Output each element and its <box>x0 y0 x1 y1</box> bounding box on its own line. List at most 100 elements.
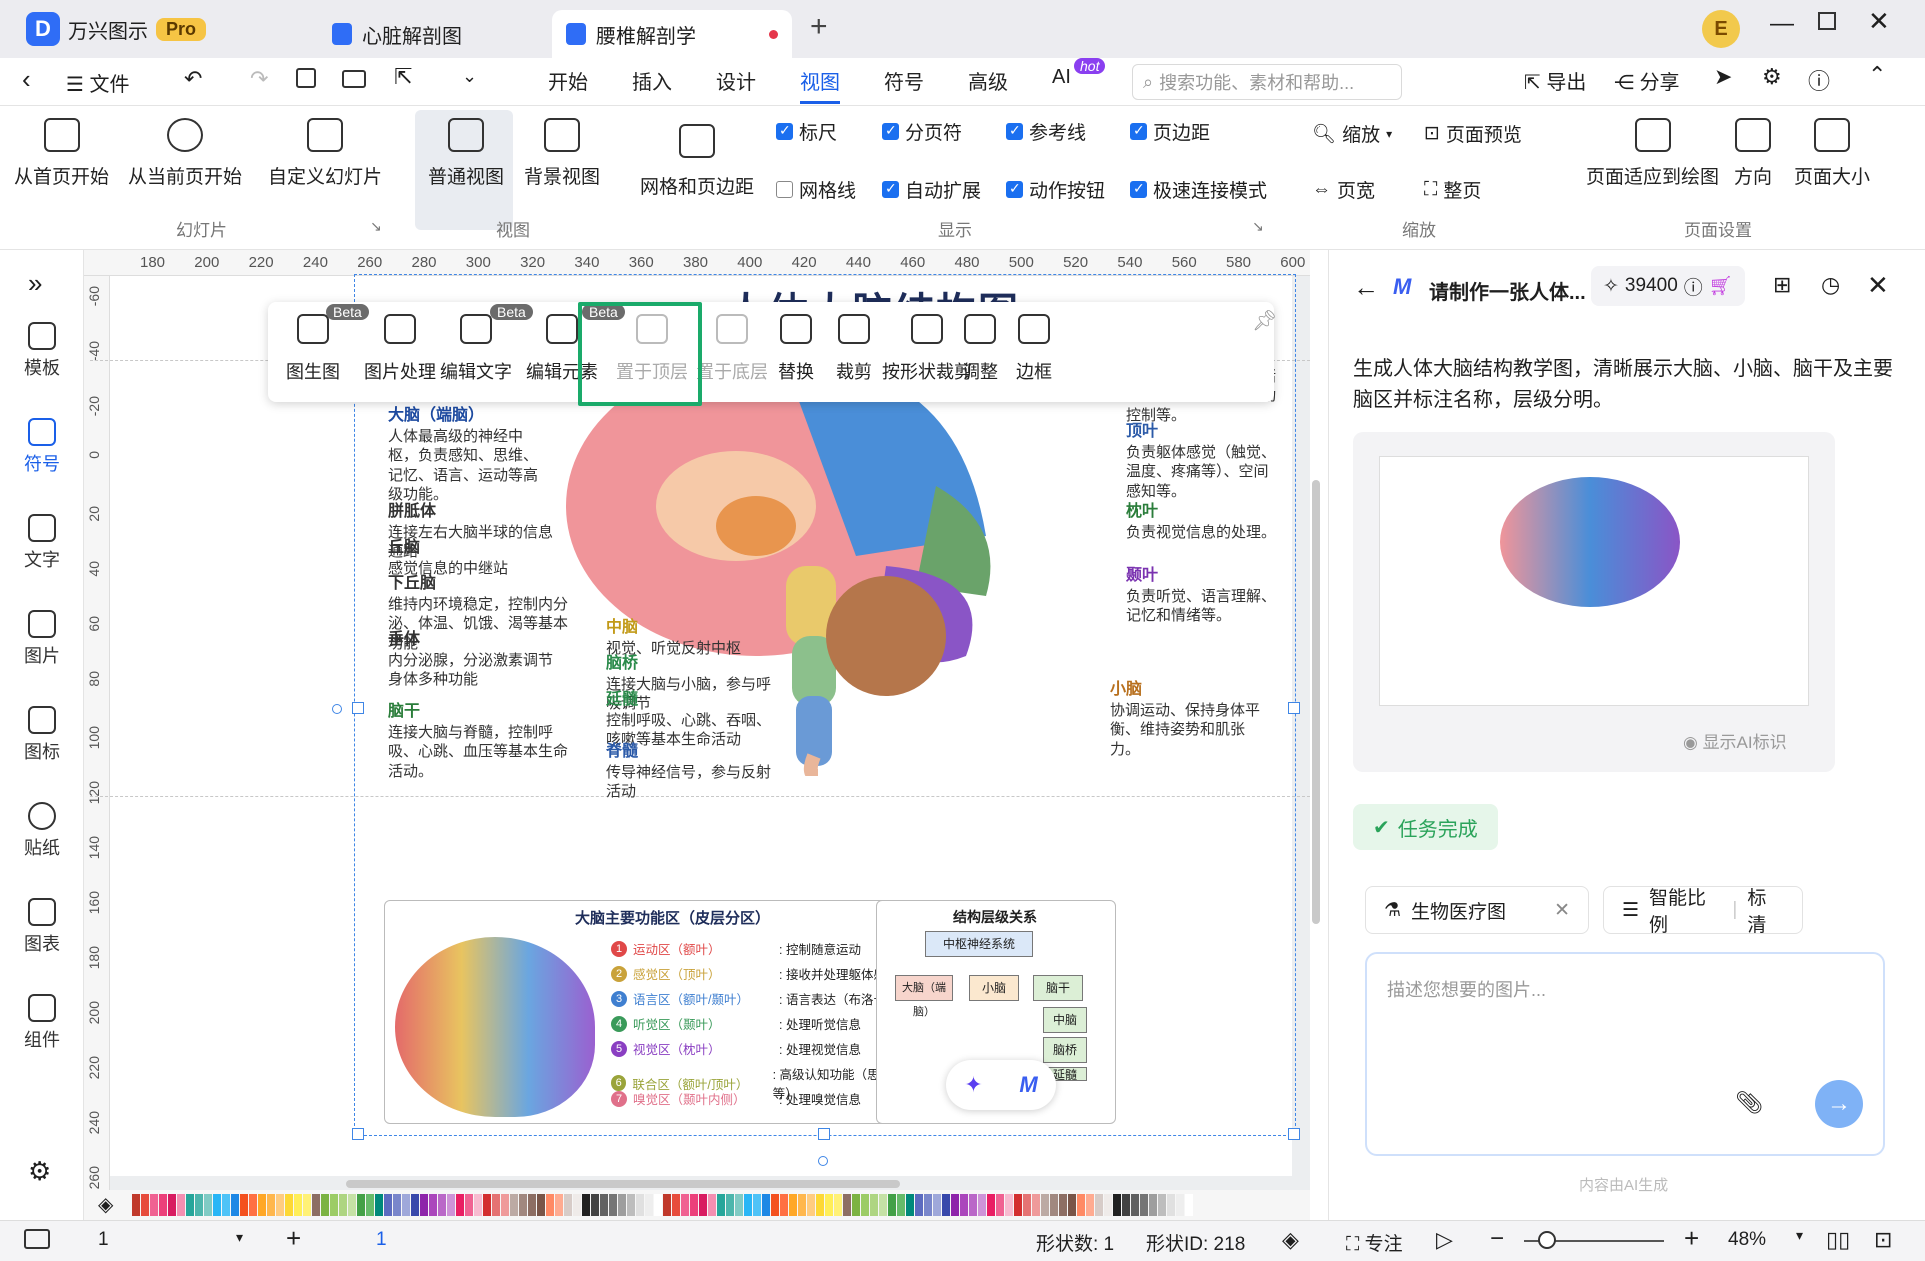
sidebar-item-charts[interactable]: 图表 <box>0 898 84 956</box>
color-swatch[interactable] <box>789 1194 797 1216</box>
color-swatch[interactable] <box>609 1194 617 1216</box>
color-swatch[interactable] <box>159 1194 167 1216</box>
style-chip[interactable]: ⚗ 生物医疗图 ✕ <box>1365 886 1589 934</box>
color-swatch[interactable] <box>987 1194 995 1216</box>
custom-slideshow[interactable]: 自定义幻灯片 <box>268 118 382 189</box>
color-swatch[interactable] <box>519 1194 527 1216</box>
ratio-quality-chip[interactable]: ☰ 智能比例 | 标清 <box>1603 886 1803 936</box>
collapse-ribbon-icon[interactable]: ⌃ <box>1868 62 1886 88</box>
color-swatch[interactable] <box>708 1194 716 1216</box>
color-swatch[interactable] <box>204 1194 212 1216</box>
background-view-button[interactable]: 背景视图 <box>524 118 600 189</box>
color-swatch[interactable] <box>312 1194 320 1216</box>
color-swatch[interactable] <box>1176 1194 1184 1216</box>
color-swatch[interactable] <box>1104 1194 1112 1216</box>
color-swatch[interactable] <box>600 1194 608 1216</box>
send-icon[interactable]: ➤ <box>1714 64 1732 90</box>
color-swatch[interactable] <box>456 1194 464 1216</box>
menu-tab-view[interactable]: 视图 <box>800 66 840 104</box>
page-panel-icon[interactable] <box>24 1229 50 1249</box>
ai-logo-icon[interactable]: M <box>1019 1072 1037 1098</box>
sidebar-item-images[interactable]: 图片 <box>0 610 84 668</box>
color-swatch[interactable] <box>1167 1194 1175 1216</box>
color-swatch[interactable] <box>906 1194 914 1216</box>
play-icon[interactable]: ▷ <box>1436 1227 1453 1253</box>
close-window-icon[interactable]: ✕ <box>1868 6 1890 37</box>
settings-icon[interactable]: ⚙ <box>28 1156 51 1187</box>
chevron-down-icon[interactable]: ▾ <box>1796 1227 1803 1244</box>
toolbar-button[interactable]: 裁剪 <box>836 314 872 384</box>
color-swatch[interactable] <box>627 1194 635 1216</box>
color-swatch[interactable] <box>1068 1194 1076 1216</box>
color-swatch[interactable] <box>1149 1194 1157 1216</box>
color-swatch[interactable] <box>1086 1194 1094 1216</box>
color-swatch[interactable] <box>942 1194 950 1216</box>
color-swatch[interactable] <box>249 1194 257 1216</box>
prompt-input[interactable]: 描述您想要的图片... 📎︎ → <box>1365 952 1885 1156</box>
credits-badge[interactable]: ✧ 39400 ⓘ 🛒︎ <box>1591 266 1745 306</box>
sidebar-item-text[interactable]: 文字 <box>0 514 84 572</box>
color-swatch[interactable] <box>195 1194 203 1216</box>
color-swatch[interactable] <box>924 1194 932 1216</box>
color-swatch[interactable] <box>672 1194 680 1216</box>
sidebar-item-icons[interactable]: 图标 <box>0 706 84 764</box>
color-swatch[interactable] <box>393 1194 401 1216</box>
toolbar-button[interactable]: 编辑文字 <box>440 314 512 384</box>
color-swatch[interactable] <box>681 1194 689 1216</box>
color-swatch[interactable] <box>996 1194 1004 1216</box>
color-swatch[interactable] <box>330 1194 338 1216</box>
settings-icon[interactable]: ⚙ <box>1762 64 1782 90</box>
color-swatch[interactable] <box>420 1194 428 1216</box>
zoom-slider-thumb[interactable] <box>1538 1231 1556 1249</box>
zoom-out-icon[interactable]: − <box>1490 1225 1504 1253</box>
color-swatch[interactable] <box>177 1194 185 1216</box>
color-swatch[interactable] <box>1032 1194 1040 1216</box>
tab-lumbar[interactable]: 腰椎解剖学 <box>552 10 792 58</box>
color-swatch[interactable] <box>510 1194 518 1216</box>
new-tab-icon[interactable]: + <box>810 10 828 44</box>
color-swatch[interactable] <box>240 1194 248 1216</box>
checkbox-action-buttons[interactable]: 动作按钮 <box>1006 176 1105 203</box>
color-swatch[interactable] <box>222 1194 230 1216</box>
sidebar-item-stickers[interactable]: 贴纸 <box>0 802 84 860</box>
color-swatch[interactable] <box>267 1194 275 1216</box>
sidebar-item-components[interactable]: 组件 <box>0 994 84 1052</box>
color-swatch[interactable] <box>546 1194 554 1216</box>
chevron-down-icon[interactable]: ▾ <box>236 1229 243 1246</box>
color-swatch[interactable] <box>294 1194 302 1216</box>
slideshow-from-current[interactable]: 从当前页开始 <box>128 118 242 189</box>
color-swatch[interactable] <box>276 1194 284 1216</box>
expand-sidebar-icon[interactable]: » <box>28 268 42 299</box>
back-arrow-icon[interactable]: ← <box>1353 272 1379 303</box>
color-swatch[interactable] <box>1158 1194 1166 1216</box>
color-swatch[interactable] <box>771 1194 779 1216</box>
avatar[interactable]: E <box>1702 10 1740 48</box>
color-swatch[interactable] <box>528 1194 536 1216</box>
page-width-button[interactable]: ⇔ 页宽 <box>1312 176 1375 203</box>
menu-tab-insert[interactable]: 插入 <box>632 66 672 95</box>
vertical-scrollbar[interactable] <box>1312 480 1320 924</box>
rotate-handle[interactable] <box>332 704 342 714</box>
toolbar-button[interactable]: 边框 <box>1016 314 1052 384</box>
color-swatch[interactable] <box>348 1194 356 1216</box>
color-swatch[interactable] <box>483 1194 491 1216</box>
slideshow-from-first[interactable]: 从首页开始 <box>14 118 109 189</box>
color-swatch[interactable] <box>1185 1194 1193 1216</box>
help-icon[interactable]: ⓘ <box>1808 64 1830 96</box>
color-swatch[interactable] <box>537 1194 545 1216</box>
color-swatch[interactable] <box>636 1194 644 1216</box>
resize-handle[interactable] <box>1288 1128 1300 1140</box>
color-swatch[interactable] <box>834 1194 842 1216</box>
color-swatch[interactable] <box>258 1194 266 1216</box>
color-swatch[interactable] <box>555 1194 563 1216</box>
color-swatch[interactable] <box>384 1194 392 1216</box>
app-brand[interactable]: D 万兴图示 Pro <box>26 12 207 46</box>
color-swatch[interactable] <box>1095 1194 1103 1216</box>
resize-handle[interactable] <box>818 1128 830 1140</box>
fit-to-drawing-button[interactable]: 页面适应到绘图 <box>1586 118 1719 189</box>
color-swatch[interactable] <box>699 1194 707 1216</box>
color-swatch[interactable] <box>366 1194 374 1216</box>
color-swatch[interactable] <box>213 1194 221 1216</box>
layers-icon[interactable]: ◈ <box>1282 1227 1299 1253</box>
checkbox-ruler[interactable]: 标尺 <box>776 118 837 145</box>
